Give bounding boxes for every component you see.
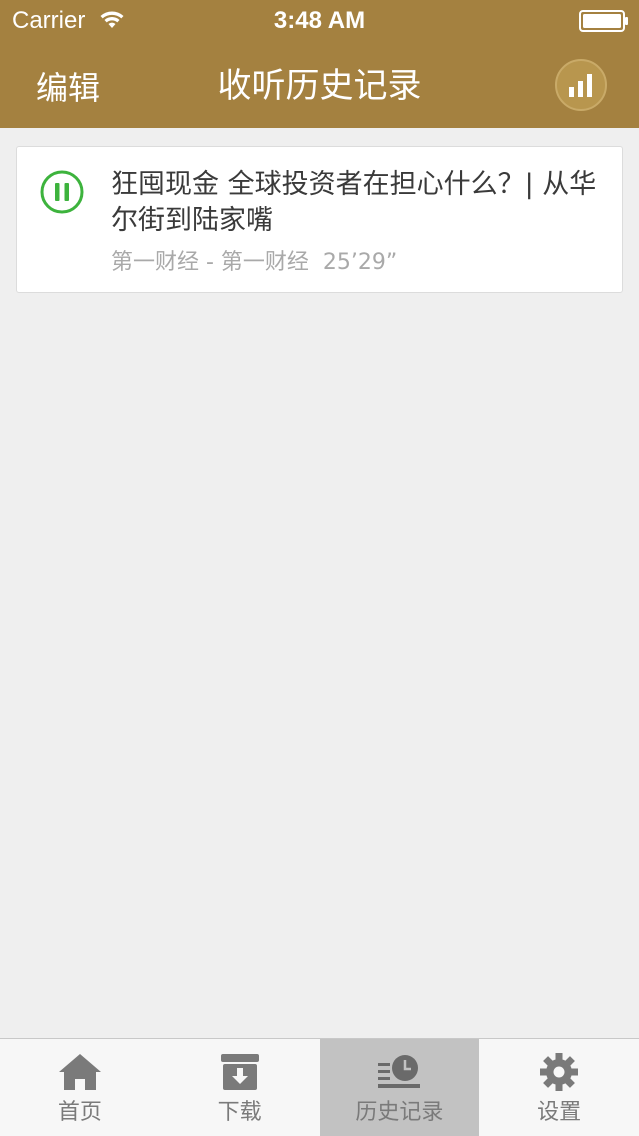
tab-home-label: 首页 bbox=[57, 1100, 102, 1125]
history-list: 狂囤现金 全球投资者在担心什么？| 从华尔街到陆家嘴 第一财经 - 第一财经 2… bbox=[16, 146, 623, 293]
tab-home[interactable]: 首页 bbox=[0, 1039, 160, 1136]
history-item[interactable]: 狂囤现金 全球投资者在担心什么？| 从华尔街到陆家嘴 第一财经 - 第一财经 2… bbox=[16, 146, 623, 293]
episode-meta: 第一财经 - 第一财经 25’29” bbox=[111, 250, 398, 275]
settings-icon bbox=[540, 1053, 579, 1091]
tab-history[interactable]: 历史记录 bbox=[319, 1039, 480, 1136]
tab-download[interactable]: 下载 bbox=[160, 1039, 320, 1136]
stats-button[interactable] bbox=[555, 59, 607, 111]
tab-history-label: 历史记录 bbox=[355, 1100, 444, 1125]
header: Carrier 3:48 AM 编辑 收听历史记录 bbox=[0, 0, 639, 128]
status-bar: Carrier 3:48 AM bbox=[0, 0, 639, 42]
tab-bar: 首页 下载 历史记录 设置 bbox=[0, 1038, 639, 1136]
home-icon bbox=[58, 1054, 101, 1090]
history-screen: Carrier 3:48 AM 编辑 收听历史记录 狂囤现金 全球投资者在担心什… bbox=[0, 0, 639, 1136]
download-icon bbox=[220, 1054, 259, 1090]
navigation-bar: 编辑 收听历史记录 bbox=[0, 42, 639, 128]
battery-icon bbox=[579, 10, 628, 32]
tab-settings-label: 设置 bbox=[537, 1100, 582, 1125]
pause-icon bbox=[40, 170, 84, 214]
pause-button[interactable] bbox=[39, 169, 85, 215]
tab-settings[interactable]: 设置 bbox=[479, 1039, 639, 1136]
history-icon bbox=[378, 1055, 421, 1088]
edit-button[interactable]: 编辑 bbox=[22, 66, 114, 110]
tab-download-label: 下载 bbox=[217, 1100, 262, 1125]
status-time: 3:48 AM bbox=[273, 7, 366, 34]
bar-chart-icon bbox=[569, 74, 592, 97]
episode-title: 狂囤现金 全球投资者在担心什么？| 从华尔街到陆家嘴 bbox=[111, 169, 597, 236]
